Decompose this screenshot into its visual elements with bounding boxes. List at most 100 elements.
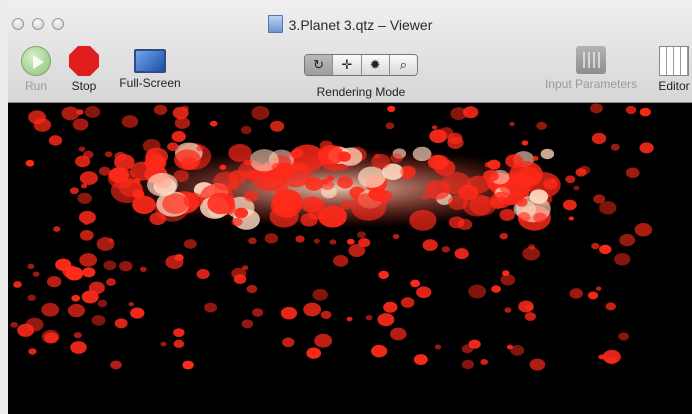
particle	[390, 153, 403, 163]
particle	[625, 105, 637, 115]
particle	[241, 319, 254, 329]
run-button[interactable]: Run	[18, 46, 54, 93]
particle	[639, 107, 651, 117]
particle	[62, 265, 79, 278]
particle	[515, 197, 528, 207]
editor-button[interactable]: Editor	[654, 46, 692, 93]
particle	[290, 149, 302, 159]
particle	[573, 185, 580, 191]
particle	[416, 286, 432, 299]
particle	[274, 183, 289, 195]
particle	[357, 231, 366, 239]
input-parameters-button[interactable]: Input Parameters	[538, 46, 644, 91]
particle	[82, 267, 96, 278]
particle	[97, 299, 108, 308]
particle	[243, 159, 253, 166]
particle	[121, 115, 139, 128]
particle	[96, 237, 115, 251]
particle	[499, 208, 516, 221]
particle	[320, 310, 332, 319]
particle	[605, 302, 617, 311]
particle	[204, 302, 218, 313]
particle	[606, 356, 617, 365]
particle	[591, 132, 607, 145]
particle	[422, 239, 438, 251]
particle	[432, 125, 438, 130]
particle	[264, 233, 279, 244]
particle	[306, 347, 322, 359]
particle	[500, 274, 516, 286]
particle	[171, 131, 186, 143]
particle	[595, 286, 602, 291]
particle	[421, 194, 430, 200]
particle	[242, 265, 249, 271]
particle	[521, 140, 529, 146]
particle	[568, 216, 575, 221]
particle	[234, 207, 249, 219]
particle	[329, 239, 337, 245]
particle	[505, 154, 524, 168]
render-viewport[interactable]	[8, 103, 692, 414]
particle	[71, 294, 81, 302]
particle	[385, 122, 395, 130]
particle	[48, 135, 63, 146]
particle	[27, 263, 35, 270]
move-mode-icon[interactable]: ✛	[332, 55, 361, 75]
rotate-mode-icon[interactable]: ↻	[305, 55, 333, 75]
window-title: 3.Planet 3.qtz – Viewer	[8, 15, 692, 33]
particle	[321, 178, 329, 185]
particle	[173, 328, 185, 338]
particle	[33, 118, 52, 132]
particle	[183, 192, 204, 208]
particle	[590, 103, 603, 114]
particle	[271, 162, 282, 171]
particle	[91, 314, 106, 326]
viewer-window: 3.Planet 3.qtz – Viewer Run Stop Full-Sc…	[8, 0, 692, 414]
particle	[371, 154, 391, 169]
zoom-mode-icon[interactable]: ⌕	[388, 55, 417, 75]
particle	[79, 253, 98, 267]
particle	[69, 187, 79, 195]
full-screen-button[interactable]: Full-Screen	[112, 46, 188, 90]
particle	[153, 104, 168, 116]
particle	[196, 268, 210, 280]
particle	[78, 210, 96, 224]
debug-mode-icon[interactable]: ✹	[360, 55, 389, 75]
particle	[280, 306, 298, 320]
particle	[410, 279, 421, 288]
particle	[625, 167, 640, 179]
particle	[599, 244, 612, 255]
particle	[634, 223, 653, 237]
particle	[468, 284, 487, 299]
rendering-mode-control: ↻ ✛ ✹ ⌕ Rendering Mode	[296, 50, 426, 99]
stop-button[interactable]: Stop	[66, 46, 102, 93]
particle	[151, 157, 166, 168]
particle	[110, 360, 122, 370]
particle	[130, 307, 145, 319]
particle	[17, 323, 35, 337]
sliders-icon	[576, 46, 606, 74]
particle	[167, 142, 179, 152]
particle	[517, 212, 531, 222]
run-label: Run	[24, 79, 47, 93]
particle	[181, 105, 189, 112]
particle	[67, 303, 86, 318]
toolbar: 3.Planet 3.qtz – Viewer Run Stop Full-Sc…	[8, 0, 692, 103]
particle	[461, 344, 474, 354]
stop-icon	[69, 46, 99, 76]
particle	[400, 297, 415, 308]
particle	[392, 234, 400, 240]
particle	[305, 177, 323, 191]
full-screen-label: Full-Screen	[119, 76, 181, 90]
particle	[550, 178, 556, 183]
particle	[104, 151, 113, 158]
particle	[106, 278, 116, 286]
particle	[618, 332, 629, 341]
particle	[512, 172, 530, 186]
particle	[358, 237, 371, 248]
particle	[412, 146, 432, 162]
particle	[528, 244, 536, 250]
particle	[72, 118, 89, 131]
particle	[98, 166, 111, 176]
particle	[525, 304, 534, 311]
